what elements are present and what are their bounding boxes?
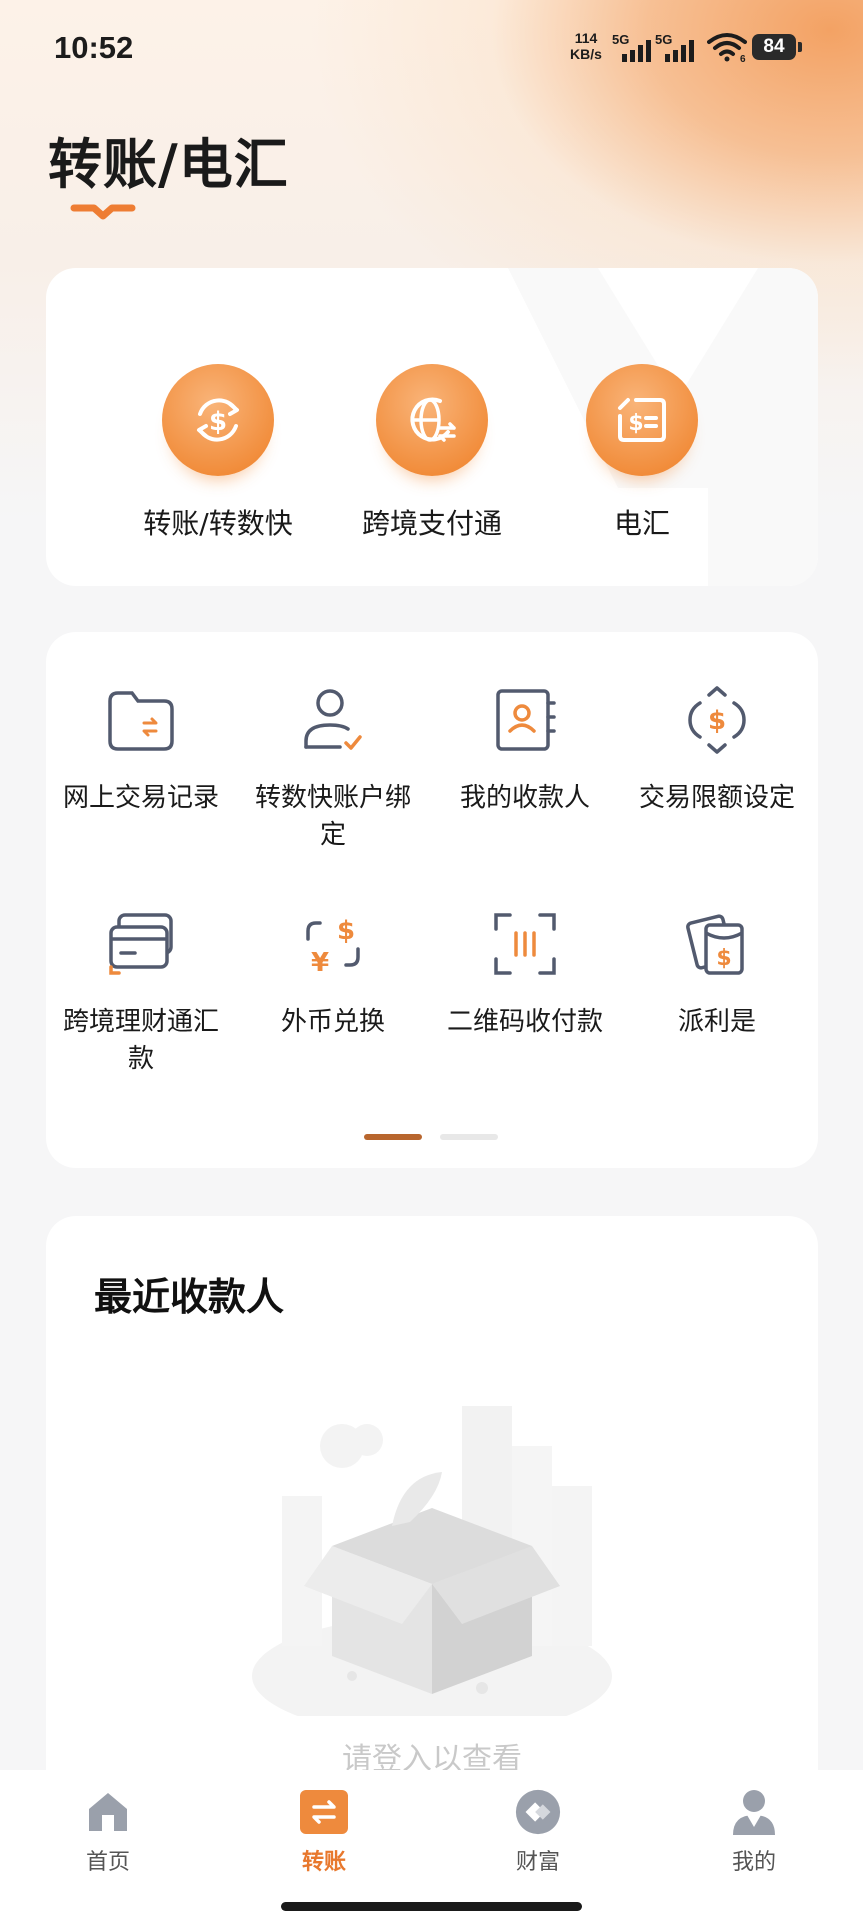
svg-text:$: $ xyxy=(209,407,227,437)
wifi-icon: 6 xyxy=(707,32,747,66)
service-label: 派利是 xyxy=(677,1007,756,1037)
status-time: 10:52 xyxy=(54,30,134,65)
home-indicator[interactable] xyxy=(281,1902,582,1911)
recent-payees-title: 最近收款人 xyxy=(94,1275,285,1319)
service-my-payees[interactable]: 我的收款人 xyxy=(430,682,620,817)
action-label: 跨境支付通 xyxy=(361,507,502,540)
primary-actions-card: $ 转账/转数快 跨境支付通 $ 电汇 xyxy=(46,268,818,586)
service-label: 交易限额设定 xyxy=(638,783,795,813)
action-label: 电汇 xyxy=(613,507,670,540)
folder-transfer-icon xyxy=(103,682,179,758)
pager-dot-inactive[interactable] xyxy=(440,1134,498,1140)
action-cross-border-pay[interactable]: 跨境支付通 xyxy=(322,364,542,542)
network-speed: 114 KB/s xyxy=(570,30,602,62)
svg-text:$: $ xyxy=(708,706,726,736)
service-label: 转数快账户绑定 xyxy=(254,783,411,850)
action-wire-transfer[interactable]: $ 电汇 xyxy=(532,364,752,542)
signal-sim1-icon: 5G xyxy=(612,32,652,62)
dollar-exchange-icon: $ xyxy=(162,364,274,476)
service-label: 我的收款人 xyxy=(459,783,590,813)
tab-label: 转账 xyxy=(301,1850,346,1875)
service-wealth-connect-remit[interactable]: 跨境理财通汇款 xyxy=(46,906,236,1078)
svg-text:$: $ xyxy=(337,916,355,946)
wealth-icon xyxy=(514,1788,562,1836)
tab-home[interactable]: 首页 xyxy=(48,1788,168,1876)
service-qr-payment[interactable]: 二维码收付款 xyxy=(430,906,620,1041)
signal-sim2-icon: 5G xyxy=(655,32,695,62)
service-currency-exchange[interactable]: $ ¥ 外币兑换 xyxy=(238,906,428,1041)
service-label: 跨境理财通汇款 xyxy=(62,1007,219,1074)
service-fps-binding[interactable]: 转数快账户绑定 xyxy=(238,682,428,854)
globe-transfer-icon xyxy=(376,364,488,476)
tab-label: 首页 xyxy=(85,1850,130,1875)
svg-text:6: 6 xyxy=(740,54,746,62)
service-transaction-limit[interactable]: $ 交易限额设定 xyxy=(622,682,812,817)
wire-receipt-icon: $ xyxy=(586,364,698,476)
tab-wealth[interactable]: 财富 xyxy=(478,1788,598,1876)
services-card: 网上交易记录 转数快账户绑定 我的收款人 $ 交易限额设定 跨境理财通汇款 $ … xyxy=(46,632,818,1168)
service-red-packet[interactable]: $ 派利是 xyxy=(622,906,812,1041)
service-label: 二维码收付款 xyxy=(446,1007,603,1037)
pager-dot-active[interactable] xyxy=(364,1134,422,1140)
service-label: 外币兑换 xyxy=(280,1007,385,1037)
red-packet-icon: $ xyxy=(679,906,755,982)
action-label: 转账/转数快 xyxy=(143,507,293,540)
tab-profile[interactable]: 我的 xyxy=(694,1788,814,1876)
bottom-tab-bar: 首页 转账 财富 我的 xyxy=(0,1770,863,1920)
title-underline-decoration xyxy=(70,204,136,220)
tab-label: 我的 xyxy=(731,1850,776,1875)
home-icon xyxy=(84,1788,132,1836)
page-title: 转账/电汇 xyxy=(48,133,289,196)
user-check-icon xyxy=(295,682,371,758)
profile-icon xyxy=(730,1788,778,1836)
svg-text:$: $ xyxy=(628,411,643,436)
battery-tip xyxy=(798,42,802,52)
service-transaction-records[interactable]: 网上交易记录 xyxy=(46,682,236,817)
tab-transfer[interactable]: 转账 xyxy=(264,1788,384,1876)
status-bar: 10:52 114 KB/s 5G 5G 6 84 xyxy=(0,0,863,100)
action-transfer-fps[interactable]: $ 转账/转数快 xyxy=(108,364,328,542)
empty-box-illustration xyxy=(252,1406,612,1716)
tab-label: 财富 xyxy=(515,1850,560,1875)
transfer-icon xyxy=(300,1788,348,1836)
service-label: 网上交易记录 xyxy=(62,783,219,813)
currency-exchange-icon: $ ¥ xyxy=(295,906,371,982)
limit-dollar-icon: $ xyxy=(679,682,755,758)
svg-text:$: $ xyxy=(716,946,731,971)
battery-indicator: 84 xyxy=(752,34,796,60)
qr-scan-icon xyxy=(487,906,563,982)
contact-book-icon xyxy=(487,682,563,758)
cards-icon xyxy=(103,906,179,982)
svg-text:¥: ¥ xyxy=(311,948,329,978)
